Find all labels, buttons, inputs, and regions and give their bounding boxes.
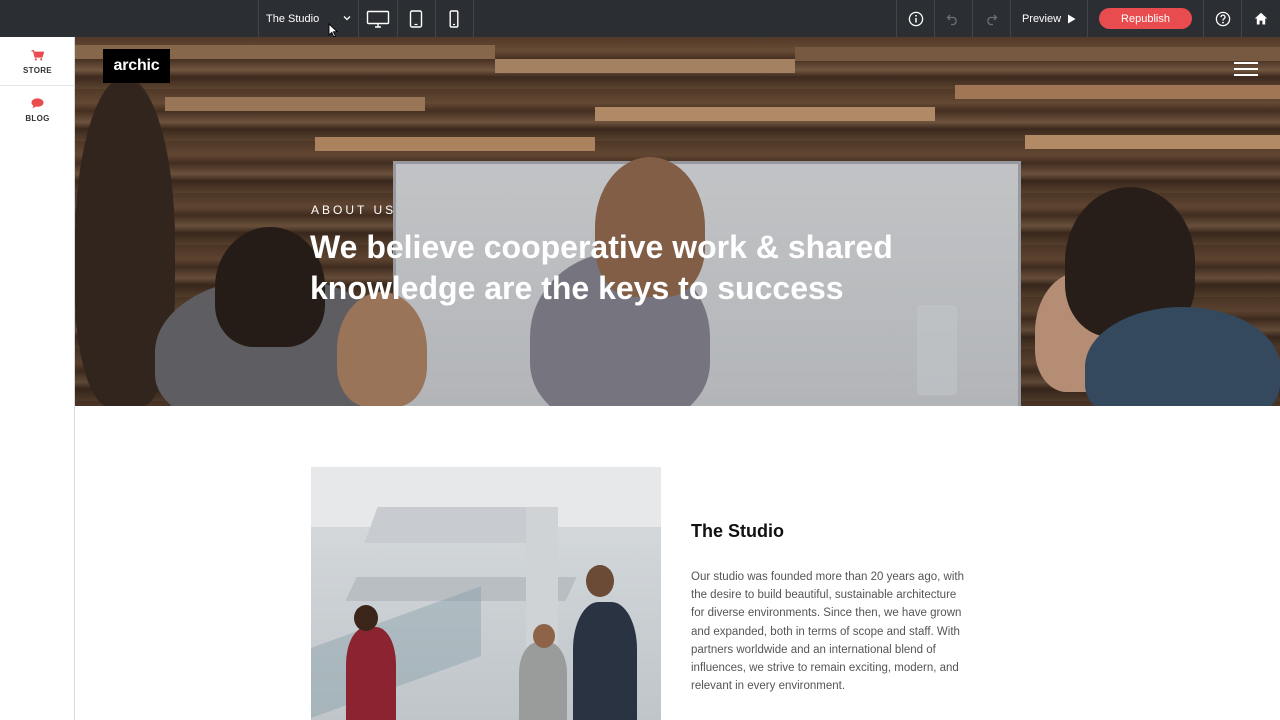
redo-button[interactable]	[972, 0, 1010, 37]
page-selector-label: The Studio	[266, 12, 320, 25]
home-icon	[1254, 12, 1268, 25]
editor-toolbar: The Studio Preview Republish	[0, 0, 1280, 38]
republish-label: Republish	[1121, 12, 1170, 25]
redo-icon	[987, 14, 998, 25]
mouse-cursor-icon	[328, 23, 338, 38]
cart-icon	[31, 49, 44, 60]
chat-bubble-icon	[31, 97, 44, 108]
toolbar-divider	[1087, 0, 1088, 37]
play-icon	[1068, 14, 1076, 23]
logo-text: archic	[113, 57, 160, 74]
section-body: Our studio was founded more than 20 year…	[691, 571, 964, 693]
studio-photo	[311, 467, 661, 720]
info-icon	[908, 11, 924, 26]
page-info-button[interactable]	[897, 0, 935, 37]
home-button[interactable]	[1242, 0, 1280, 37]
desktop-view-button[interactable]	[359, 0, 397, 37]
left-sidebar: STORE BLOG	[0, 37, 75, 720]
sidebar-item-label: BLOG	[25, 113, 50, 123]
mobile-view-button[interactable]	[435, 0, 473, 37]
help-icon	[1215, 11, 1231, 26]
page-selector-dropdown[interactable]: The Studio	[258, 0, 358, 37]
preview-button[interactable]: Preview	[1011, 0, 1087, 37]
person-figure	[519, 642, 567, 720]
sidebar-item-blog[interactable]: BLOG	[0, 87, 75, 133]
person-figure	[346, 627, 396, 720]
sidebar-item-store[interactable]: STORE	[0, 39, 75, 85]
hero-eyebrow: ABOUT US	[311, 203, 397, 217]
hamburger-menu-icon[interactable]	[1234, 62, 1258, 78]
help-button[interactable]	[1204, 0, 1242, 37]
person-figure	[354, 605, 378, 631]
tablet-icon	[409, 9, 423, 28]
tablet-view-button[interactable]	[397, 0, 435, 37]
hero-section: archic ABOUT US We believe cooperative w…	[75, 37, 1280, 406]
glass-railing	[311, 586, 481, 718]
person-figure	[533, 624, 555, 648]
person-figure	[586, 565, 614, 597]
site-logo[interactable]: archic	[103, 49, 170, 83]
undo-button[interactable]	[934, 0, 972, 37]
chevron-down-icon	[343, 16, 351, 21]
section-title: The Studio	[691, 521, 784, 541]
hero-overlay	[75, 37, 1280, 406]
sidebar-item-label: STORE	[23, 65, 52, 75]
mobile-icon	[449, 9, 459, 28]
desktop-icon	[366, 10, 390, 28]
undo-icon	[946, 14, 957, 25]
sidebar-divider	[0, 85, 75, 86]
preview-label: Preview	[1021, 12, 1062, 25]
republish-button[interactable]: Republish	[1099, 8, 1192, 29]
person-figure	[573, 602, 637, 720]
toolbar-divider	[473, 0, 474, 37]
hero-headline: We believe cooperative work & shared kno…	[310, 229, 893, 306]
